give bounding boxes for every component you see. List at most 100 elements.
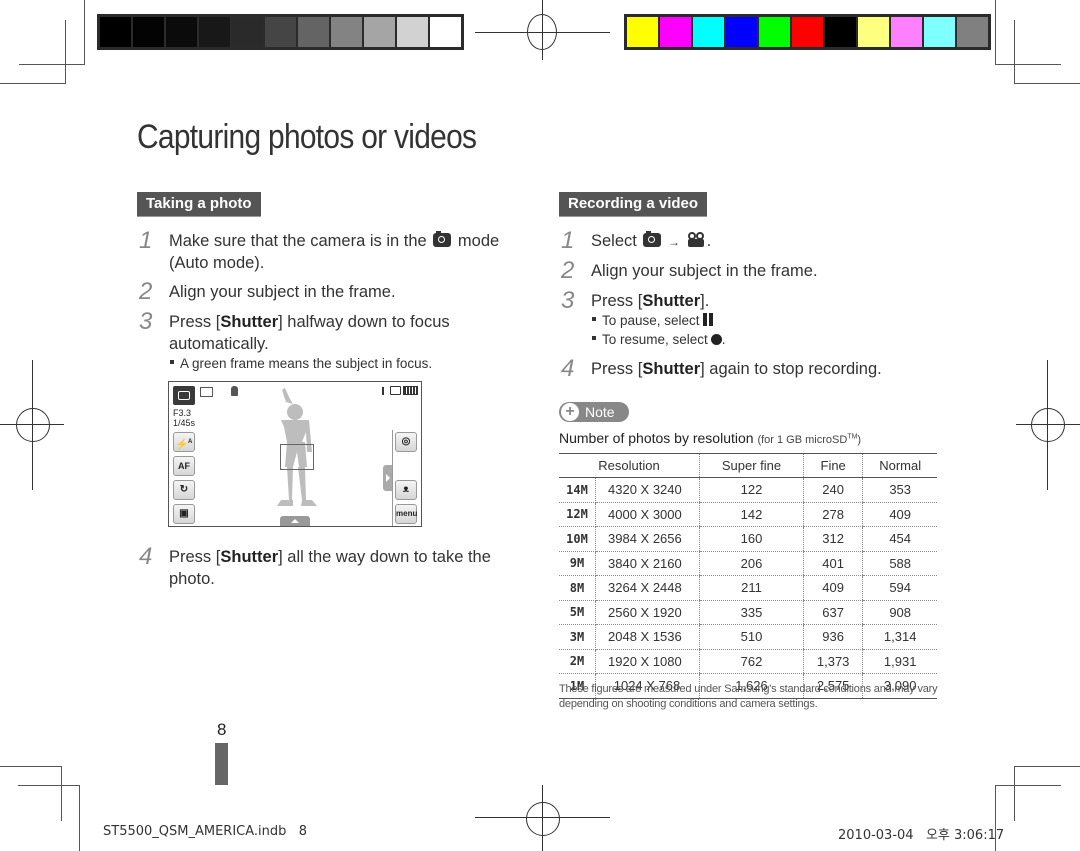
grayscale-swatch bbox=[364, 17, 395, 47]
photo-step-3: 3 Press [Shutter] halfway down to focus … bbox=[139, 310, 450, 355]
grayscale-swatch bbox=[430, 17, 461, 47]
step-text: Align your subject in the frame. bbox=[169, 283, 396, 301]
step-text: Make sure that the camera is in the bbox=[169, 232, 427, 250]
resolution-cell: 2560 X 1920 bbox=[595, 600, 700, 625]
color-swatch bbox=[759, 17, 790, 47]
registration-mark-left bbox=[0, 360, 66, 490]
footnote: These figures are measured under Samsung… bbox=[559, 683, 938, 710]
table-row: 10M 3984 X 2656 160 312 454 bbox=[559, 526, 937, 552]
page-number: 8 bbox=[217, 720, 227, 739]
page-title: Capturing photos or videos bbox=[137, 118, 477, 156]
color-swatch bbox=[693, 17, 724, 47]
bullet-icon bbox=[592, 336, 596, 341]
dual-is-button: ᴥ bbox=[395, 480, 417, 500]
timer-button: ↻ bbox=[173, 480, 195, 500]
grayscale-swatch bbox=[199, 17, 230, 47]
step-number: 2 bbox=[139, 278, 153, 305]
arrow-icon: → bbox=[668, 235, 681, 249]
table-row: 9M 3840 X 2160 206 401 588 bbox=[559, 551, 937, 576]
super-fine-cell: 122 bbox=[699, 477, 804, 503]
table-subtitle-end: ) bbox=[857, 434, 862, 446]
autofocus-button: AF bbox=[173, 456, 195, 476]
color-swatch bbox=[825, 17, 856, 47]
video-bullet-resume: To resume, select. bbox=[592, 330, 726, 349]
normal-cell: 353 bbox=[862, 477, 937, 503]
resolution-cell: 2048 X 1536 bbox=[595, 624, 700, 650]
step-text: Align your subject in the frame. bbox=[591, 262, 818, 280]
normal-cell: 908 bbox=[862, 600, 937, 625]
photo-step-4: 4 Press [Shutter] all the way down to ta… bbox=[139, 545, 491, 590]
video-step-3: 3 Press [Shutter]. bbox=[561, 289, 709, 313]
print-timestamp: 2010-03-04 오후 3:06:17 bbox=[838, 828, 1005, 843]
normal-cell: 1,314 bbox=[862, 624, 937, 650]
section-heading-recording-video: Recording a video bbox=[559, 192, 708, 216]
bullet-text: . bbox=[721, 332, 726, 347]
table-subtitle: (for 1 GB microSDTM) bbox=[757, 433, 862, 446]
color-swatch bbox=[792, 17, 823, 47]
table-subtitle-text: (for 1 GB microSD bbox=[757, 434, 848, 446]
table-header-row: Resolution Super fine Fine Normal bbox=[559, 453, 937, 478]
resolution-icon: 5M bbox=[559, 600, 596, 625]
color-swatch bbox=[858, 17, 889, 47]
grayscale-swatch bbox=[100, 17, 131, 47]
resolution-icon: 2M bbox=[559, 649, 596, 674]
photo-bullet: A green frame means the subject in focus… bbox=[170, 354, 432, 373]
bullet-text: . bbox=[708, 313, 713, 328]
grayscale-swatch bbox=[331, 17, 362, 47]
file-slug: ST5500_QSM_AMERICA.indb 8 bbox=[103, 824, 308, 839]
step-text: photo. bbox=[169, 570, 215, 588]
shutter-key-label: Shutter bbox=[220, 313, 279, 331]
grayscale-swatch bbox=[166, 17, 197, 47]
step-text: Press [ bbox=[169, 548, 221, 566]
resolution-cell: 3264 X 2448 bbox=[595, 575, 700, 601]
grayscale-calibration-bar bbox=[97, 14, 464, 50]
table-row: 3M 2048 X 1536 510 936 1,314 bbox=[559, 624, 937, 650]
normal-cell: 594 bbox=[862, 575, 937, 601]
table-row: 5M 2560 X 1920 335 637 908 bbox=[559, 600, 937, 625]
resolution-cell: 1920 X 1080 bbox=[595, 649, 700, 674]
record-icon bbox=[710, 334, 722, 345]
step-number: 4 bbox=[139, 543, 153, 570]
registration-mark-top bbox=[475, 0, 610, 60]
normal-cell: 409 bbox=[862, 502, 937, 527]
right-panel-divider bbox=[392, 430, 393, 526]
photo-step-1: 1 Make sure that the camera is in the mo… bbox=[139, 229, 500, 274]
video-step-2: 2 Align your subject in the frame. bbox=[561, 259, 818, 283]
chevron-up-icon bbox=[291, 519, 299, 523]
section-heading-taking-photo: Taking a photo bbox=[137, 192, 261, 216]
super-fine-cell: 510 bbox=[699, 624, 804, 650]
resolution-icon: 8M bbox=[559, 575, 596, 601]
grayscale-swatch bbox=[133, 17, 164, 47]
chevron-right-icon bbox=[386, 474, 390, 482]
step-text: ] again to stop recording. bbox=[700, 360, 882, 378]
table-row: 2M 1920 X 1080 762 1,373 1,931 bbox=[559, 649, 937, 674]
table-row: 8M 3264 X 2448 211 409 594 bbox=[559, 575, 937, 601]
camera-mode-icon bbox=[643, 231, 662, 247]
step-text: mode bbox=[457, 232, 500, 250]
fine-cell: 1,373 bbox=[802, 649, 863, 674]
color-swatch bbox=[924, 17, 955, 47]
resolution-cell: 4000 X 3000 bbox=[595, 502, 700, 527]
trademark-mark: TM bbox=[847, 433, 858, 441]
resolution-cell: 4320 X 3240 bbox=[595, 477, 700, 503]
step-text: automatically. bbox=[169, 335, 269, 353]
video-step-1: 1 Select → . bbox=[561, 229, 711, 253]
color-calibration-bar bbox=[624, 14, 991, 50]
step-text: ] all the way down to take the bbox=[278, 548, 491, 566]
menu-button: menu bbox=[395, 504, 417, 524]
fine-cell: 278 bbox=[802, 502, 863, 527]
registration-mark-bottom bbox=[475, 785, 610, 851]
normal-cell: 588 bbox=[862, 551, 937, 576]
bullet-text: To resume, select bbox=[602, 332, 708, 347]
color-swatch bbox=[891, 17, 922, 47]
video-mode-icon bbox=[687, 232, 705, 247]
step-number: 1 bbox=[561, 227, 575, 254]
normal-cell: 1,931 bbox=[862, 649, 937, 674]
step-number: 3 bbox=[561, 287, 575, 314]
camera-mode-icon bbox=[433, 231, 452, 247]
focus-frame bbox=[280, 444, 314, 470]
resolution-icon: 3M bbox=[559, 624, 596, 650]
page-tab-bar bbox=[215, 743, 228, 785]
color-swatch bbox=[957, 17, 988, 47]
registration-mark-right bbox=[1014, 360, 1080, 490]
